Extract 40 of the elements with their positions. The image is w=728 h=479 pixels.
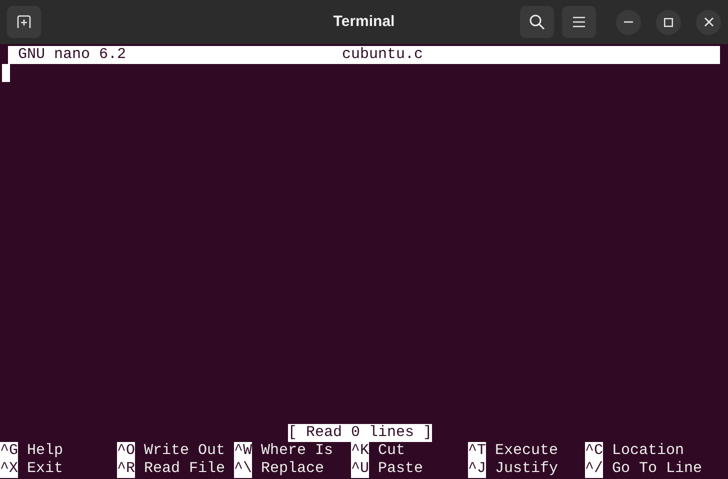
shortcut-label: Cut [378,442,406,460]
shortcut-key: ^J [468,460,486,478]
shortcut-label: Read File [144,460,226,478]
shortcut-key: ^C [585,442,604,460]
shortcut-label: Exit [27,460,64,478]
close-icon [704,17,714,27]
menu-button[interactable] [562,6,596,38]
shortcut-label: Location [612,442,684,460]
minimize-icon [624,21,633,23]
shortcut-key: ^R [117,460,136,478]
search-icon [529,14,545,30]
maximize-icon [664,18,673,26]
menu-icon [572,16,586,28]
close-button[interactable] [696,10,721,34]
new-tab-button[interactable] [7,6,41,38]
shortcut-key: ^K [351,442,370,460]
shortcut-label: Write Out [144,442,226,460]
shortcut-key: ^X [0,460,18,478]
shortcut-label: Go To Line [612,460,702,478]
search-button[interactable] [520,6,554,38]
shortcut-key: ^U [351,460,370,478]
shortcut-key: ^\ [234,460,252,478]
minimize-button[interactable] [616,10,641,34]
shortcut-key: ^T [468,442,486,460]
shortcut-key: ^/ [585,460,604,478]
editor-version: GNU nano 6.2 [17,46,128,64]
shortcut-label: Execute [495,442,558,460]
shortcut-key: ^G [0,442,18,460]
maximize-button[interactable] [656,10,681,34]
window-title: Terminal [333,12,395,32]
shortcut-label: Replace [261,460,324,478]
shortcut-label: Paste [378,460,424,478]
shortcut-label: Justify [495,460,558,478]
shortcut-key: ^O [117,442,136,460]
shortcut-label: Where Is [261,442,334,460]
shortcut-label: Help [27,442,64,460]
new-tab-icon [16,14,32,30]
shortcut-key: ^W [234,442,252,460]
status-message: [ Read 0 lines ] [288,424,432,442]
file-name: cubuntu.c [342,46,424,64]
